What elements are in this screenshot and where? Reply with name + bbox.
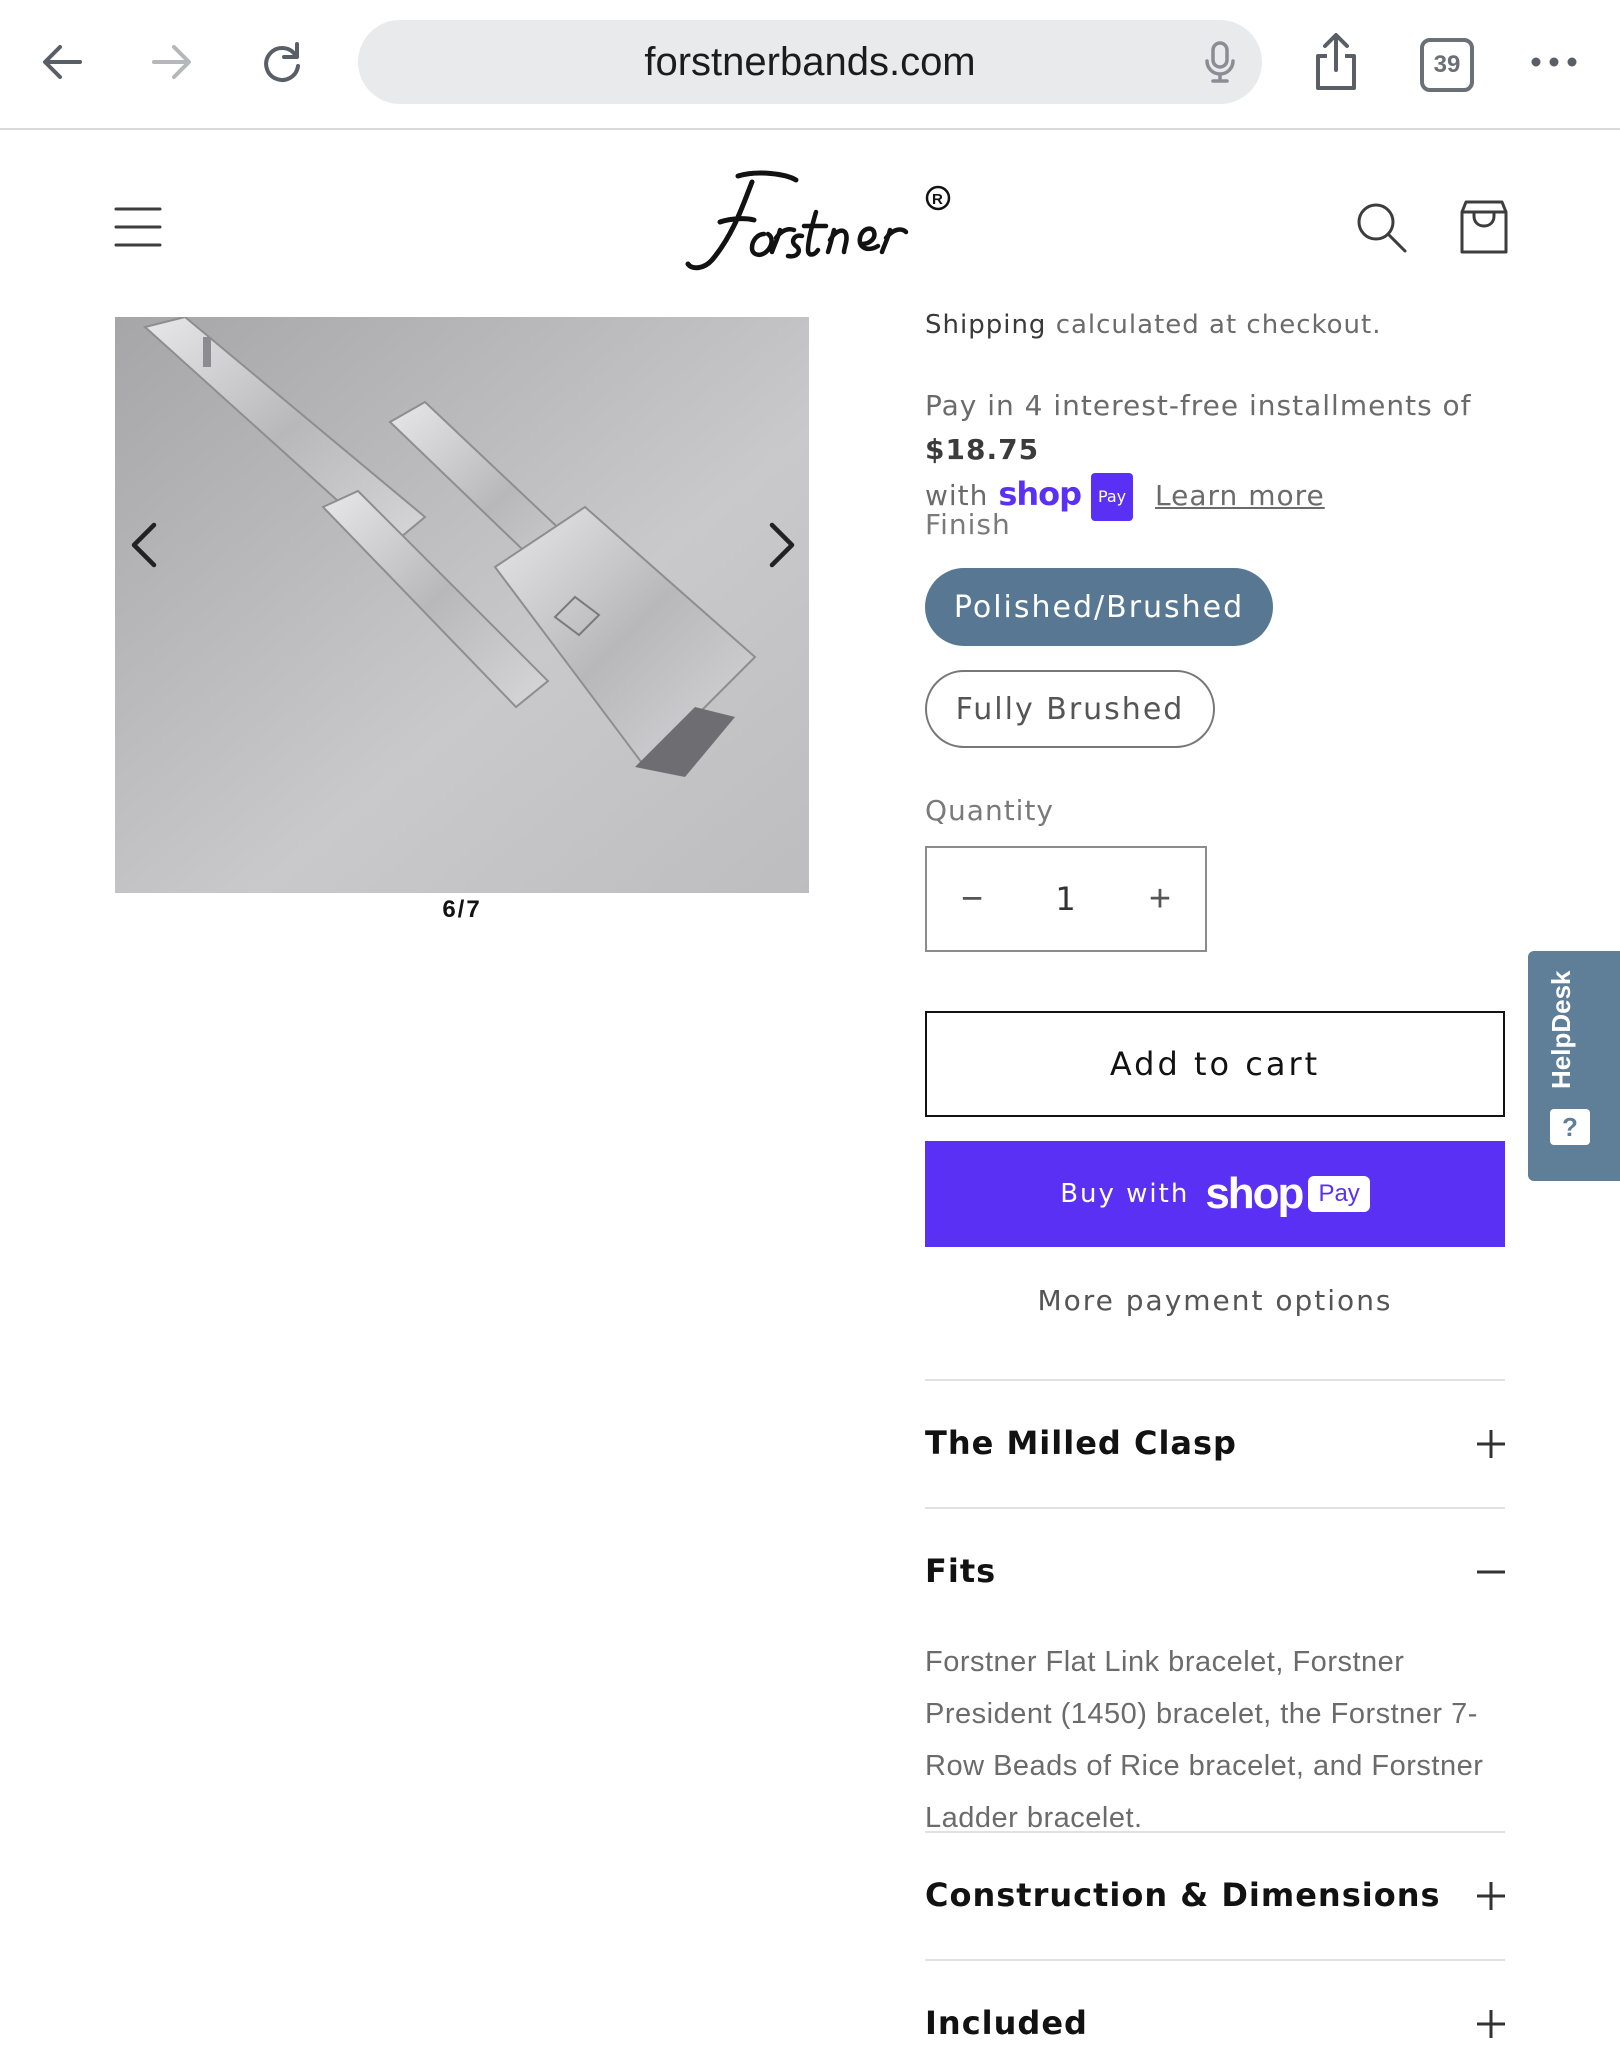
previous-image-chevron-icon[interactable] <box>118 510 174 580</box>
microphone-icon[interactable] <box>1200 40 1240 94</box>
shop-logo-text: shop <box>1205 1169 1304 1218</box>
browser-toolbar: forstnerbands.com 39 <box>0 0 1620 130</box>
expand-plus-icon[interactable] <box>1474 2007 1508 2041</box>
accordion-divider <box>925 1959 1505 1961</box>
accordion-milled-clasp[interactable]: The Milled Clasp <box>925 1424 1237 1462</box>
image-counter: 6/7 <box>442 896 482 923</box>
finish-option-polished-brushed[interactable]: Polished/Brushed <box>925 568 1273 646</box>
url-text: forstnerbands.com <box>644 39 976 84</box>
shipping-note: Shipping calculated at checkout. <box>925 310 1381 340</box>
buy-with-text: Buy with <box>1060 1179 1190 1209</box>
accordion-divider <box>925 1831 1505 1833</box>
accordion-included[interactable]: Included <box>925 2004 1088 2042</box>
expand-plus-icon[interactable] <box>1474 1427 1508 1461</box>
hamburger-menu-icon[interactable] <box>114 205 162 249</box>
product-image-clasp[interactable] <box>115 317 809 893</box>
shipping-text: calculated at checkout. <box>1055 310 1382 340</box>
forward-arrow-icon[interactable] <box>140 30 204 94</box>
helpdesk-tab[interactable]: HelpDesk ? <box>1528 951 1620 1181</box>
svg-text:R: R <box>932 191 943 208</box>
share-icon[interactable] <box>1304 30 1368 94</box>
collapse-minus-icon[interactable] <box>1474 1555 1508 1589</box>
more-payment-options-link[interactable]: More payment options <box>925 1284 1505 1317</box>
accordion-divider <box>925 1379 1505 1381</box>
expand-plus-icon[interactable] <box>1474 1879 1508 1913</box>
forstner-logo[interactable]: R <box>668 164 968 274</box>
helpdesk-label: HelpDesk <box>1546 970 1576 1090</box>
finish-label: Finish <box>925 508 1011 541</box>
add-to-cart-button[interactable]: Add to cart <box>925 1011 1505 1117</box>
installments-note: Pay in 4 interest-free installments of $… <box>925 384 1525 521</box>
cart-icon[interactable] <box>1458 198 1510 256</box>
next-image-chevron-icon[interactable] <box>752 510 808 580</box>
tab-count-button[interactable]: 39 <box>1420 38 1474 92</box>
shop-pay-logo: shop <box>998 475 1082 513</box>
installments-amount: $18.75 <box>925 433 1040 466</box>
quantity-stepper: − 1 + <box>925 846 1207 952</box>
installments-prefix: Pay in 4 interest-free installments of <box>925 389 1472 422</box>
quantity-increase-plus-icon[interactable]: + <box>1115 848 1205 950</box>
accordion-fits[interactable]: Fits <box>925 1552 996 1590</box>
shipping-link[interactable]: Shipping <box>925 310 1046 340</box>
learn-more-link[interactable]: Learn more <box>1155 479 1325 512</box>
finish-option-fully-brushed[interactable]: Fully Brushed <box>925 670 1215 748</box>
search-icon[interactable] <box>1354 200 1410 256</box>
pay-badge: Pay <box>1308 1176 1370 1212</box>
quantity-input[interactable]: 1 <box>1055 880 1076 918</box>
accordion-divider <box>925 1507 1505 1509</box>
quantity-decrease-minus-icon[interactable]: − <box>927 848 1017 950</box>
more-menu-icon[interactable] <box>1522 30 1586 94</box>
help-question-icon: ? <box>1550 1109 1590 1145</box>
fits-description: Forstner Flat Link bracelet, Forstner Pr… <box>925 1646 1484 1834</box>
address-bar[interactable]: forstnerbands.com <box>358 20 1262 104</box>
shop-pay-badge: Pay <box>1090 473 1134 521</box>
buy-with-shop-pay-button[interactable]: Buy with shop Pay <box>925 1141 1505 1247</box>
accordion-construction-dimensions[interactable]: Construction & Dimensions <box>925 1876 1441 1914</box>
quantity-label: Quantity <box>925 794 1054 827</box>
back-arrow-icon[interactable] <box>30 30 94 94</box>
reload-icon[interactable] <box>250 30 314 94</box>
